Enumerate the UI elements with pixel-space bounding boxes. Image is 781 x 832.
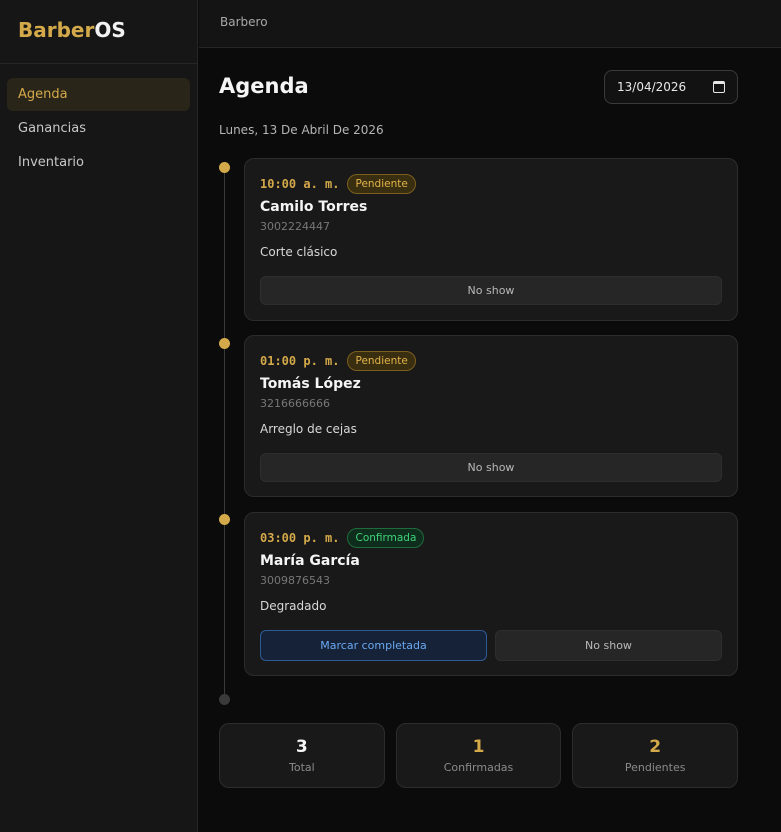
appointment-header: 01:00 p. m. Pendiente [260, 351, 416, 371]
no-show-button[interactable]: No show [260, 276, 722, 305]
appointment-time: 03:00 p. m. [260, 531, 340, 545]
client-phone: 3009876543 [260, 574, 330, 587]
client-phone: 3002224447 [260, 220, 330, 233]
appointment-actions: No show [260, 276, 722, 305]
appointment-time: 01:00 p. m. [260, 354, 340, 368]
stat-value: 1 [472, 737, 485, 757]
appointment-time: 10:00 a. m. [260, 177, 340, 191]
timeline-dot [219, 162, 230, 173]
service-name: Corte clásico [260, 245, 338, 259]
status-badge: Pendiente [347, 351, 416, 371]
stat-card-total: 3 Total [219, 723, 385, 788]
page-title: Agenda [219, 74, 309, 98]
main-content: Agenda 13/04/2026 Lunes, 13 De Abril De … [199, 48, 781, 832]
timeline-line [224, 168, 225, 700]
sidebar: BarberOS Agenda Ganancias Inventario [0, 0, 198, 832]
appointment-header: 03:00 p. m. Confirmada [260, 528, 425, 548]
logo-part-barber: Barber [18, 18, 95, 42]
sidebar-item-inventario[interactable]: Inventario [7, 146, 190, 179]
appointment-actions: No show [260, 453, 722, 482]
stat-value: 2 [649, 737, 662, 757]
client-name: María García [260, 553, 360, 569]
stat-card-confirmadas: 1 Confirmadas [395, 723, 562, 788]
date-value: 13/04/2026 [617, 80, 687, 94]
no-show-button[interactable]: No show [260, 453, 722, 482]
sidebar-item-ganancias[interactable]: Ganancias [7, 112, 190, 145]
app-logo[interactable]: BarberOS [0, 0, 197, 64]
stat-value: 3 [295, 737, 308, 757]
client-name: Camilo Torres [260, 199, 368, 215]
mark-completed-button[interactable]: Marcar completada [260, 630, 487, 661]
appointment-card: 01:00 p. m. Pendiente Tomás López 321666… [244, 335, 738, 497]
stats-summary: 3 Total 1 Confirmadas 2 Pendientes [219, 723, 739, 788]
sidebar-nav: Agenda Ganancias Inventario [0, 64, 197, 194]
stat-label: Pendientes [624, 761, 686, 774]
timeline-dot-end [219, 694, 230, 705]
appointment-card: 10:00 a. m. Pendiente Camilo Torres 3002… [244, 158, 738, 321]
no-show-button[interactable]: No show [495, 630, 722, 661]
timeline-dot [219, 338, 230, 349]
appointment-card: 03:00 p. m. Confirmada María García 3009… [244, 512, 738, 676]
sidebar-item-agenda[interactable]: Agenda [7, 78, 190, 111]
logo-part-os: OS [94, 18, 126, 42]
client-name: Tomás López [260, 376, 361, 392]
stat-label: Total [288, 761, 315, 774]
client-phone: 3216666666 [260, 397, 330, 410]
appointment-actions: Marcar completada No show [260, 630, 722, 661]
service-name: Arreglo de cejas [260, 422, 357, 436]
topbar: Barbero [199, 0, 781, 48]
stat-label: Confirmadas [443, 761, 514, 774]
service-name: Degradado [260, 599, 327, 613]
appointment-header: 10:00 a. m. Pendiente [260, 174, 416, 194]
date-picker-input[interactable]: 13/04/2026 [604, 70, 738, 104]
timeline-dot [219, 514, 230, 525]
status-badge: Confirmada [347, 528, 425, 548]
date-label: Lunes, 13 De Abril De 2026 [219, 123, 384, 137]
stat-card-pendientes: 2 Pendientes [572, 723, 739, 788]
status-badge: Pendiente [347, 174, 416, 194]
user-role: Barbero [220, 15, 268, 29]
calendar-icon[interactable] [713, 81, 725, 93]
